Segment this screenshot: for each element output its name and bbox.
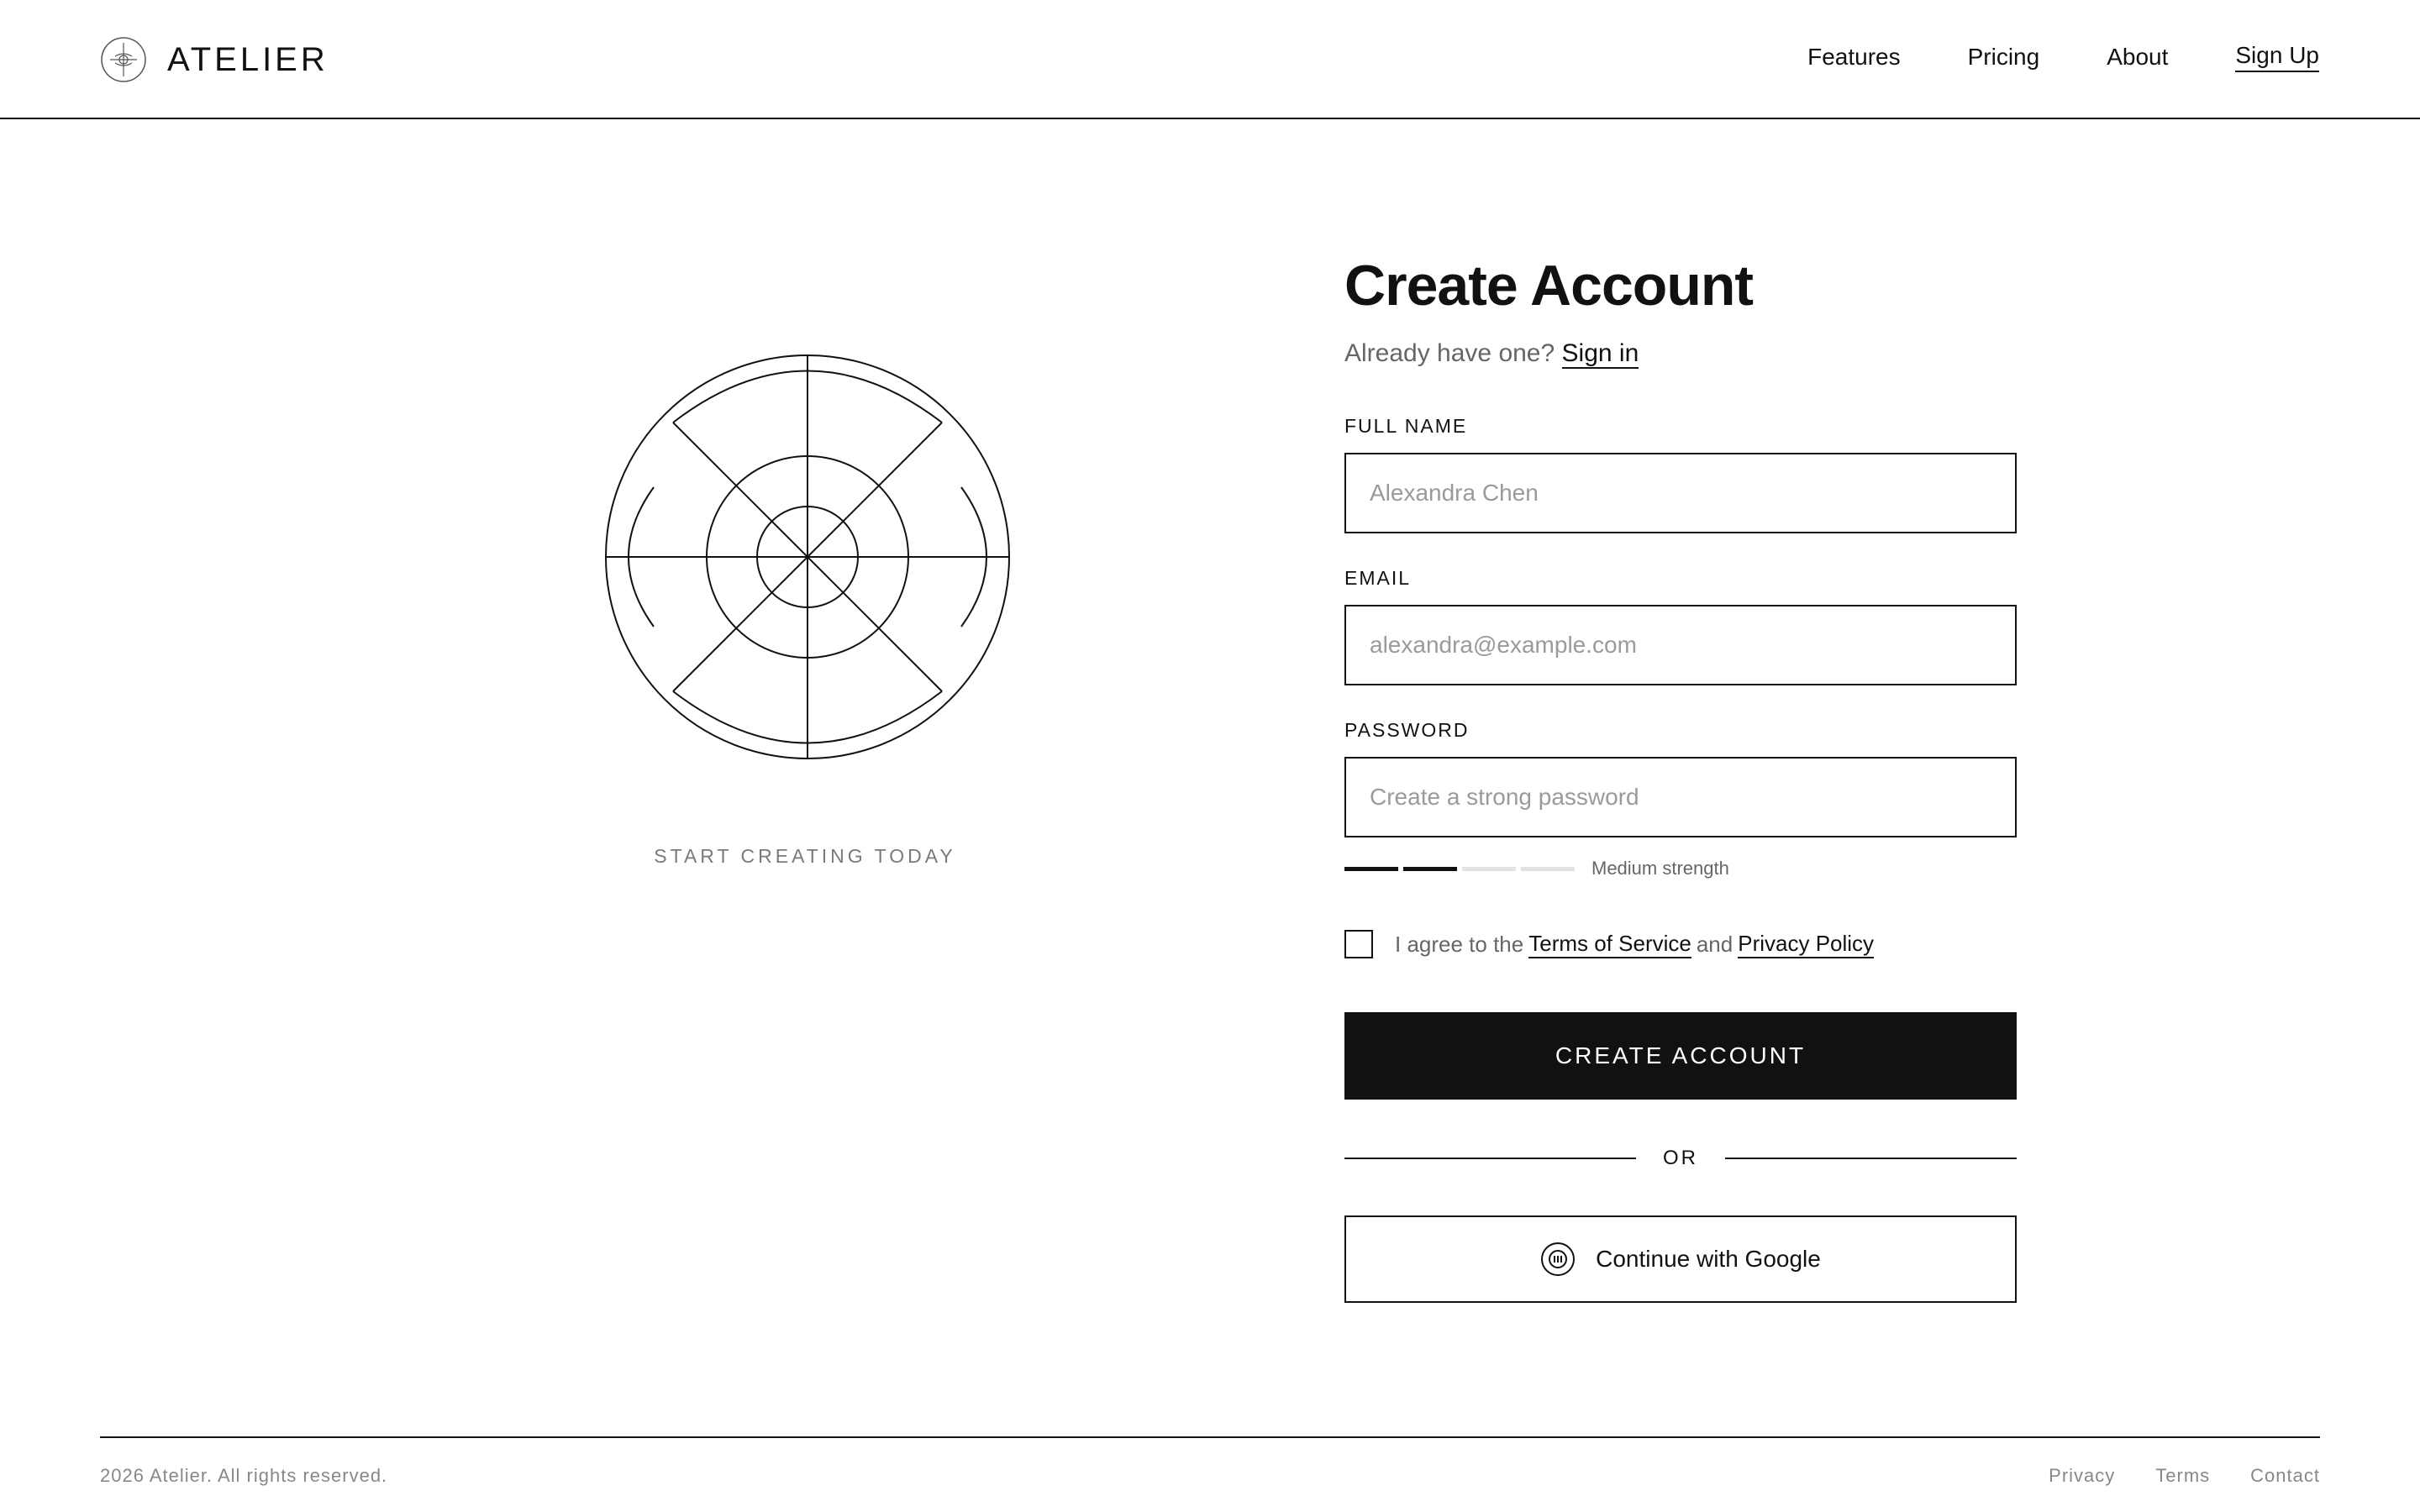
nav-features[interactable]: Features bbox=[1807, 44, 1901, 71]
atelier-logo-icon bbox=[101, 37, 146, 82]
email-group: EMAIL bbox=[1344, 567, 2017, 685]
full-name-label: FULL NAME bbox=[1344, 415, 1468, 437]
full-name-input[interactable] bbox=[1344, 453, 2017, 533]
or-label: OR bbox=[1663, 1147, 1698, 1169]
email-input[interactable] bbox=[1344, 605, 2017, 685]
footer-privacy-link[interactable]: Privacy bbox=[2049, 1465, 2115, 1487]
terms-checkbox[interactable] bbox=[1344, 930, 1373, 958]
brand[interactable]: ATELIER bbox=[100, 36, 329, 83]
divider-line bbox=[1344, 1158, 1636, 1159]
password-label: PASSWORD bbox=[1344, 719, 1470, 741]
terms-of-service-link[interactable]: Terms of Service bbox=[1528, 931, 1691, 958]
copyright: 2026 Atelier. All rights reserved. bbox=[100, 1465, 388, 1486]
email-label: EMAIL bbox=[1344, 567, 1412, 589]
site-footer: 2026 Atelier. All rights reserved. Priva… bbox=[100, 1436, 2320, 1486]
signup-form: Create Account Already have one? Sign in… bbox=[1344, 252, 2017, 1303]
or-divider: OR bbox=[1344, 1147, 2017, 1170]
agree-and: and bbox=[1696, 931, 1733, 957]
agree-prefix: I agree to the bbox=[1395, 931, 1524, 957]
footer-terms-link[interactable]: Terms bbox=[2155, 1465, 2210, 1487]
full-name-group: FULL NAME bbox=[1344, 415, 2017, 533]
password-input[interactable] bbox=[1344, 757, 2017, 837]
strength-segment bbox=[1344, 866, 1398, 871]
password-group: PASSWORD bbox=[1344, 719, 2017, 837]
hero-caption: START CREATING TODAY bbox=[654, 845, 956, 867]
terms-agreement: I agree to the Terms of Service and Priv… bbox=[1344, 930, 2017, 958]
page-title: Create Account bbox=[1344, 254, 1754, 318]
nav-sign-up[interactable]: Sign Up bbox=[2235, 42, 2319, 72]
sign-in-link[interactable]: Sign in bbox=[1561, 339, 1639, 369]
main-nav: Features Pricing About Sign Up bbox=[1807, 42, 2319, 72]
google-circle-icon bbox=[1541, 1242, 1576, 1276]
nav-about[interactable]: About bbox=[2107, 44, 2168, 71]
signin-prompt: Already have one? Sign in bbox=[1344, 339, 2017, 369]
strength-segment bbox=[1462, 866, 1516, 871]
site-header: ATELIER Features Pricing About Sign Up bbox=[0, 0, 2420, 119]
strength-segment bbox=[1521, 866, 1575, 871]
privacy-policy-link[interactable]: Privacy Policy bbox=[1738, 931, 1875, 958]
divider-line bbox=[1725, 1158, 2017, 1159]
hero-emblem-illustration bbox=[605, 354, 1010, 759]
signin-prompt-text: Already have one? bbox=[1344, 339, 1555, 367]
footer-links: Privacy Terms Contact bbox=[2049, 1465, 2320, 1487]
strength-segment bbox=[1403, 866, 1457, 871]
password-strength-meter: Medium strength bbox=[1344, 858, 2017, 879]
strength-label: Medium strength bbox=[1591, 858, 1729, 879]
nav-pricing[interactable]: Pricing bbox=[1968, 44, 2040, 71]
google-button-label: Continue with Google bbox=[1596, 1246, 1821, 1272]
create-account-button[interactable]: CREATE ACCOUNT bbox=[1344, 1012, 2017, 1100]
footer-contact-link[interactable]: Contact bbox=[2250, 1465, 2320, 1487]
brand-name: ATELIER bbox=[167, 40, 329, 78]
continue-with-google-button[interactable]: Continue with Google bbox=[1344, 1215, 2017, 1303]
